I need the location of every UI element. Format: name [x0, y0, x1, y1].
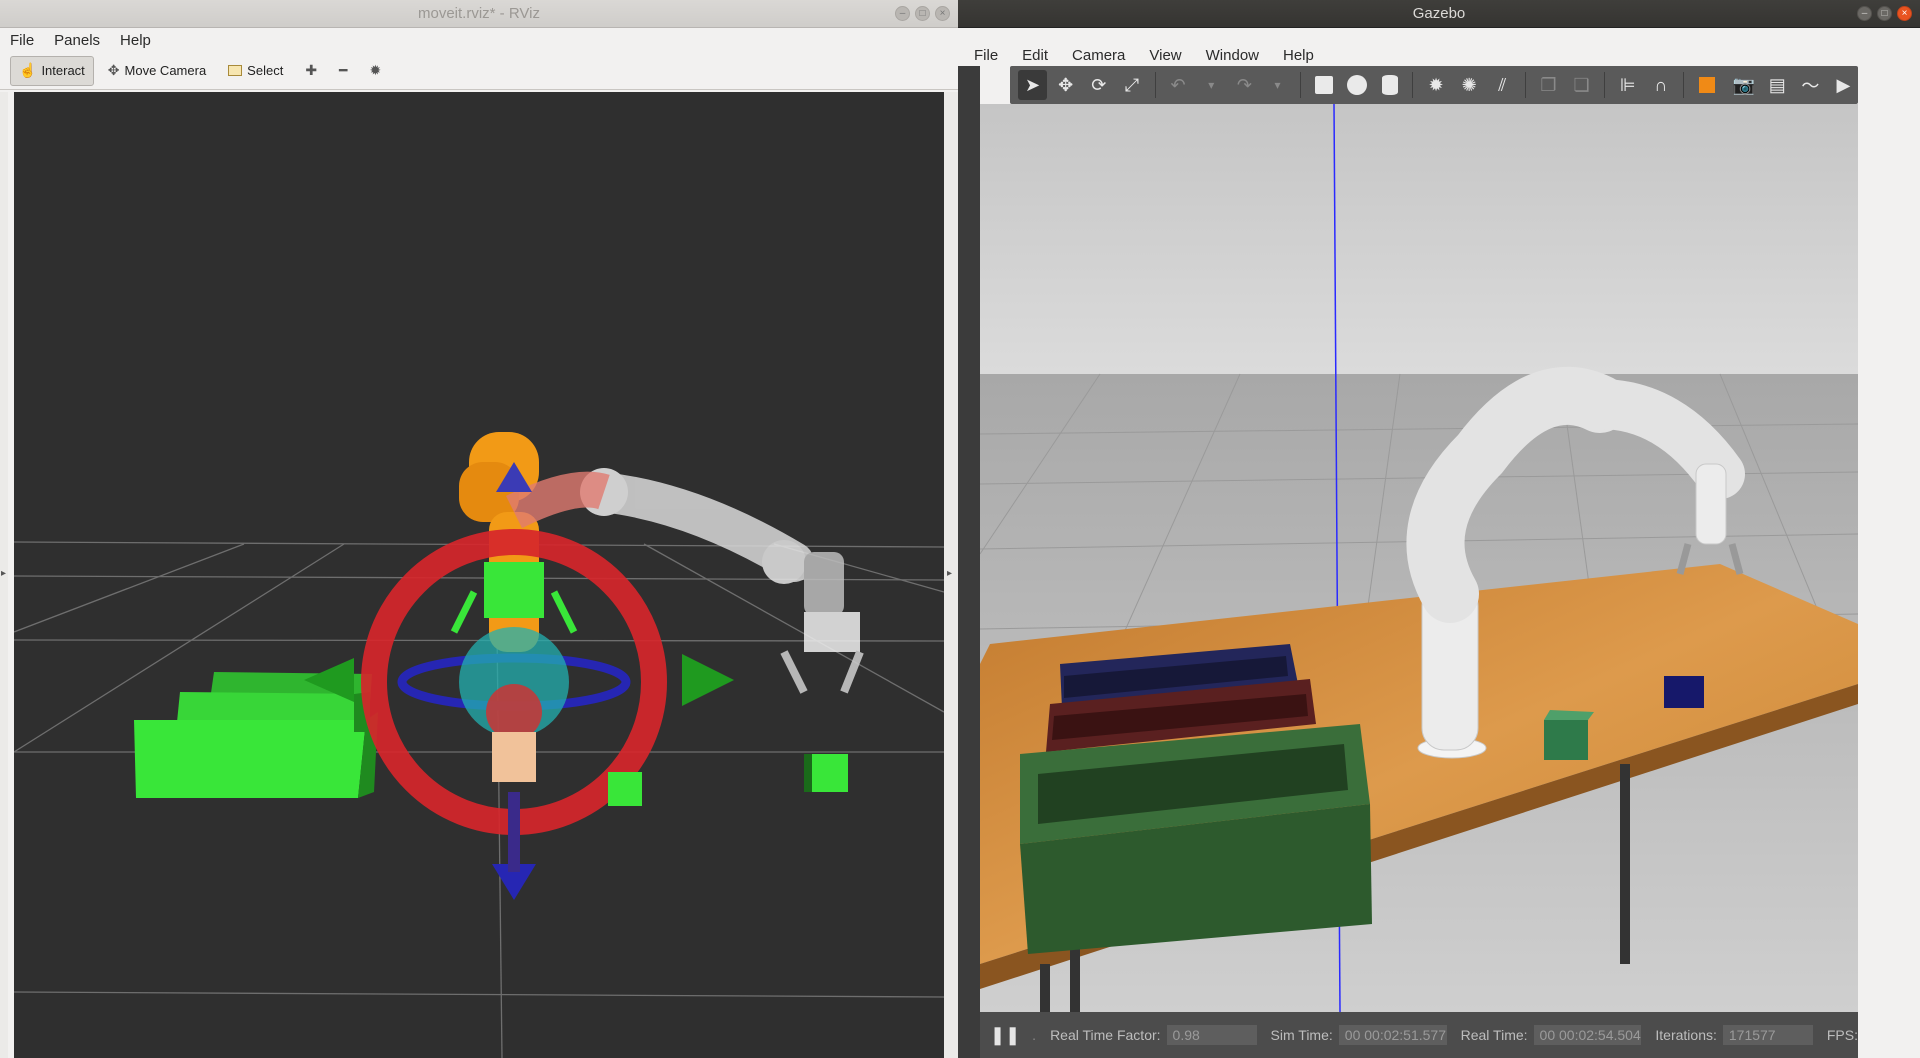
- screenshot-icon[interactable]: 📷: [1729, 70, 1758, 100]
- gazebo-3d-viewport[interactable]: [980, 104, 1858, 1012]
- gazebo-scene: [980, 104, 1858, 1012]
- paste-icon[interactable]: ❏: [1567, 70, 1596, 100]
- camera-move-icon: ✥: [107, 62, 120, 78]
- select-box-icon: [228, 65, 243, 76]
- step-icon[interactable]: .: [1032, 1027, 1036, 1043]
- log-icon[interactable]: ▤: [1763, 70, 1792, 100]
- directional-light-icon[interactable]: ⫽: [1488, 70, 1517, 100]
- chevron-right-icon: ▸: [947, 568, 953, 579]
- box-shape-icon[interactable]: [1309, 70, 1338, 100]
- gazebo-left-panel-collapsed[interactable]: [958, 66, 980, 1058]
- green-cube-marker: [810, 754, 848, 792]
- add-tool-button[interactable]: ✚: [297, 56, 325, 86]
- menu-panels[interactable]: Panels: [52, 32, 102, 49]
- point-light-icon[interactable]: ✹: [1421, 70, 1450, 100]
- menu-edit[interactable]: Edit: [1020, 47, 1050, 64]
- small-cube-marker: [608, 772, 642, 806]
- menu-help[interactable]: Help: [1281, 47, 1316, 64]
- rviz-scene: [14, 432, 944, 1058]
- redo-dropdown-icon[interactable]: ▾: [1263, 70, 1292, 100]
- rviz-toolbar: ☝ Interact ✥ Move Camera Select ✚ ━ ✹: [0, 52, 958, 90]
- right-dock-splitter[interactable]: ▸: [944, 92, 958, 1058]
- interact-button[interactable]: ☝ Interact: [10, 55, 94, 86]
- rtf-value: 0.98: [1166, 1025, 1257, 1045]
- move-camera-label: Move Camera: [124, 63, 207, 78]
- maximize-button[interactable]: □: [915, 6, 930, 21]
- sphere-shape-icon[interactable]: [1342, 70, 1371, 100]
- menu-camera[interactable]: Camera: [1070, 47, 1127, 64]
- menu-file[interactable]: File: [972, 47, 1000, 64]
- rotate-mode-icon[interactable]: ⟳: [1084, 70, 1113, 100]
- rviz-window-title: moveit.rviz* - RViz: [418, 5, 540, 22]
- spot-light-icon[interactable]: ✺: [1455, 70, 1484, 100]
- sim-time-value: 00 00:02:51.577: [1338, 1025, 1447, 1045]
- gazebo-window: Gazebo – □ × File Edit Camera View Windo…: [958, 0, 1920, 1058]
- select-button[interactable]: Select: [220, 56, 291, 86]
- sim-time-label: Sim Time:: [1270, 1027, 1333, 1043]
- gazebo-statusbar: ❚❚ . Real Time Factor: 0.98 Sim Time: 00…: [980, 1012, 1858, 1058]
- translate-mode-icon[interactable]: ✥: [1051, 70, 1080, 100]
- maximize-button[interactable]: □: [1877, 6, 1892, 21]
- copy-icon[interactable]: ❐: [1534, 70, 1563, 100]
- gazebo-titlebar: Gazebo – □ ×: [958, 0, 1920, 28]
- close-button[interactable]: ×: [935, 6, 950, 21]
- scale-mode-icon[interactable]: ⤢: [1117, 70, 1146, 100]
- menu-window[interactable]: Window: [1204, 47, 1261, 64]
- rviz-3d-viewport[interactable]: [14, 92, 944, 1058]
- rviz-titlebar: moveit.rviz* - RViz – □ ×: [0, 0, 958, 28]
- chevron-right-icon: ▸: [1, 568, 7, 579]
- select-mode-icon[interactable]: ➤: [1018, 70, 1048, 100]
- gazebo-toolbar: ➤ ✥ ⟳ ⤢ ↶ ▾ ↷ ▾ ✹ ✺ ⫽ ❐ ❏ ⊫ ∩ 📷 ▤ 〜 ▶: [1010, 66, 1858, 104]
- menu-view[interactable]: View: [1147, 47, 1183, 64]
- plus-icon: ✚: [305, 62, 318, 78]
- view-angle-icon[interactable]: [1692, 70, 1721, 100]
- plot-icon[interactable]: 〜: [1796, 70, 1825, 100]
- gazebo-window-title: Gazebo: [1412, 5, 1466, 22]
- gear-icon: ✹: [369, 62, 382, 78]
- real-time-label: Real Time:: [1460, 1027, 1528, 1043]
- menu-file[interactable]: File: [8, 32, 36, 49]
- hand-icon: ☝: [19, 62, 37, 78]
- green-cube: [1544, 720, 1588, 760]
- gazebo-right-panel-collapsed[interactable]: [1858, 66, 1920, 1058]
- real-time-value: 00 00:02:54.504: [1533, 1025, 1642, 1045]
- snap-icon[interactable]: ∩: [1646, 70, 1675, 100]
- rtf-label: Real Time Factor:: [1050, 1027, 1161, 1043]
- tool-properties-button[interactable]: ✹: [361, 56, 389, 86]
- move-camera-button[interactable]: ✥ Move Camera: [100, 56, 214, 86]
- align-icon[interactable]: ⊫: [1613, 70, 1642, 100]
- remove-tool-button[interactable]: ━: [331, 56, 355, 86]
- pause-icon[interactable]: ❚❚: [990, 1025, 1020, 1046]
- iterations-label: Iterations:: [1655, 1027, 1717, 1043]
- undo-icon[interactable]: ↶: [1164, 70, 1193, 100]
- cylinder-shape-icon[interactable]: [1375, 70, 1404, 100]
- left-dock-splitter[interactable]: ▸: [0, 92, 8, 1058]
- undo-dropdown-icon[interactable]: ▾: [1197, 70, 1226, 100]
- video-record-icon[interactable]: ▶: [1829, 70, 1858, 100]
- blue-cube: [1664, 676, 1704, 708]
- minimize-button[interactable]: –: [1857, 6, 1872, 21]
- close-button[interactable]: ×: [1897, 6, 1912, 21]
- interact-label: Interact: [41, 63, 85, 78]
- fps-label: FPS:: [1826, 1027, 1858, 1043]
- redo-icon[interactable]: ↷: [1230, 70, 1259, 100]
- minimize-button[interactable]: –: [895, 6, 910, 21]
- rviz-menubar: File Panels Help: [0, 28, 958, 52]
- rviz-window: moveit.rviz* - RViz – □ × File Panels He…: [0, 0, 958, 1058]
- menu-help[interactable]: Help: [118, 32, 153, 49]
- select-label: Select: [247, 63, 284, 78]
- iterations-value: 171577: [1722, 1025, 1813, 1045]
- minus-icon: ━: [339, 62, 348, 78]
